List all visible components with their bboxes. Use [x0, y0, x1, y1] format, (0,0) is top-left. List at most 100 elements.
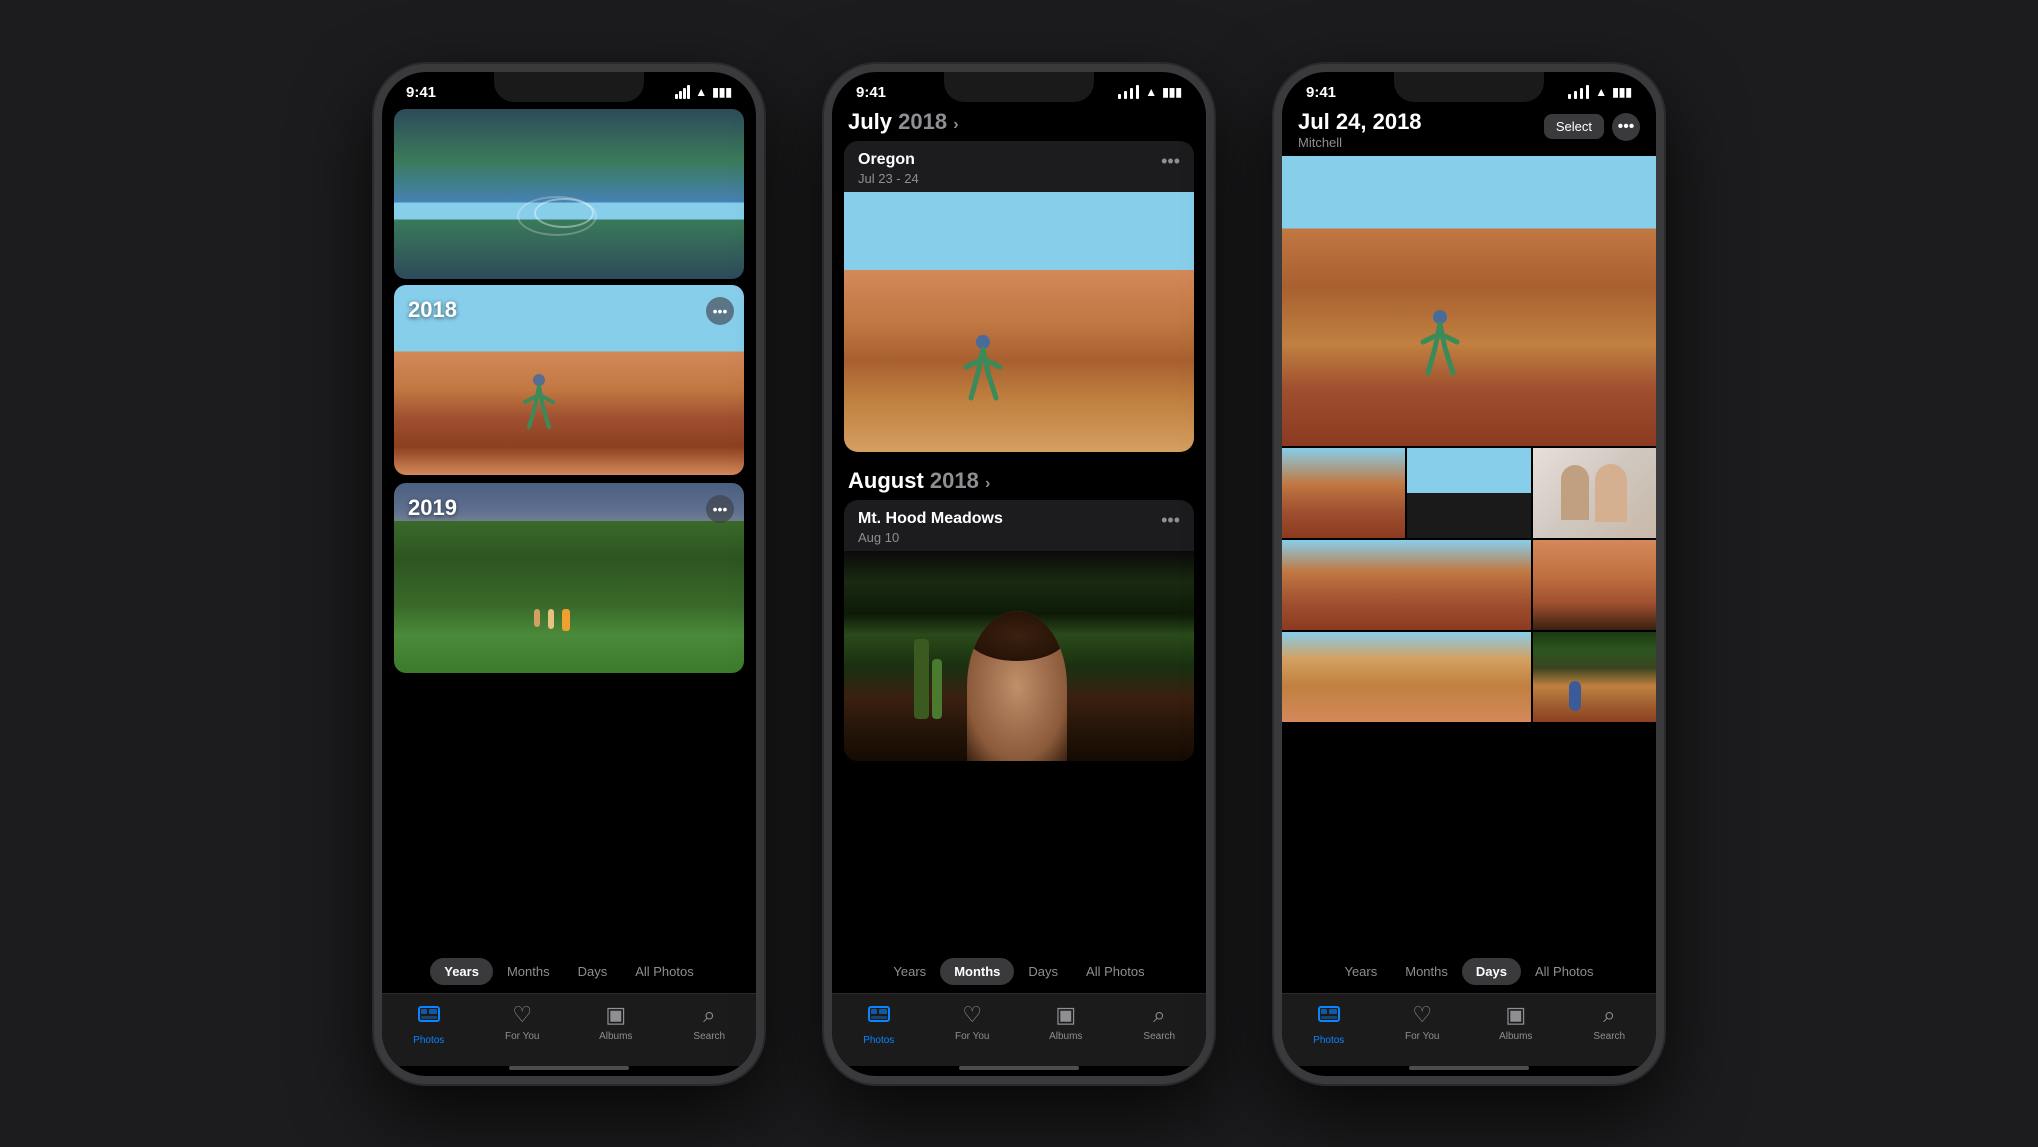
grid-photo-hillslope[interactable] — [1282, 540, 1531, 630]
segment-control-3: Years Months Days All Photos — [1282, 950, 1656, 993]
july-section-header: July 2018 › — [832, 105, 1206, 141]
year-label-2019: 2019 — [408, 495, 457, 521]
segment-days-2[interactable]: Days — [1014, 958, 1072, 985]
tab-search-label-2: Search — [1143, 1031, 1175, 1042]
segment-allphotos-3[interactable]: All Photos — [1521, 958, 1608, 985]
grid-photo-redrock[interactable] — [1533, 540, 1656, 630]
foryou-icon-1: ♡ — [512, 1002, 532, 1028]
tab-albums-label-1: Albums — [599, 1031, 632, 1042]
photos-icon-3 — [1317, 1002, 1341, 1032]
grid-photo-boy[interactable] — [1282, 448, 1405, 538]
battery-icon-2: ▮▮▮ — [1162, 85, 1182, 99]
status-time-3: 9:41 — [1306, 84, 1336, 101]
tab-search-2[interactable]: ⌕ Search — [1129, 1002, 1189, 1046]
notch-3 — [1394, 72, 1544, 102]
tab-albums-label-3: Albums — [1499, 1031, 1532, 1042]
oregon-more[interactable]: ••• — [1161, 151, 1180, 172]
status-icons-1: ▲ ▮▮▮ — [675, 85, 732, 99]
segment-control-2: Years Months Days All Photos — [832, 950, 1206, 993]
photo-grid — [1282, 448, 1656, 722]
segment-years-2[interactable]: Years — [879, 958, 940, 985]
photos-icon-1 — [417, 1002, 441, 1032]
segment-days-3[interactable]: Days — [1462, 958, 1521, 985]
tab-photos-2[interactable]: Photos — [849, 1002, 909, 1046]
year-label-2018: 2018 — [408, 297, 457, 323]
select-button[interactable]: Select — [1544, 114, 1604, 139]
tab-search-1[interactable]: ⌕ Search — [679, 1002, 739, 1046]
segment-months-1[interactable]: Months — [493, 958, 564, 985]
day-actions: Select ••• — [1544, 113, 1640, 141]
phone-days: 9:41 ▲ ▮▮▮ Jul 24, 2018 Mitchell Select … — [1274, 64, 1664, 1084]
mthhood-date: Aug 10 — [858, 530, 1003, 545]
home-indicator-2 — [959, 1066, 1079, 1070]
year-card-2019[interactable]: 2019 ••• — [394, 483, 744, 673]
tab-foryou-1[interactable]: ♡ For You — [492, 1002, 552, 1046]
search-icon-3: ⌕ — [1603, 1002, 1615, 1028]
wifi-icon-3: ▲ — [1595, 85, 1607, 99]
wifi-icon-2: ▲ — [1145, 85, 1157, 99]
tab-albums-2[interactable]: ▣ Albums — [1036, 1002, 1096, 1046]
grid-photo-couple[interactable] — [1533, 448, 1656, 538]
oregon-title: Oregon — [858, 151, 919, 169]
more-button[interactable]: ••• — [1612, 113, 1640, 141]
segment-allphotos-1[interactable]: All Photos — [621, 958, 708, 985]
oregon-photo — [844, 192, 1194, 452]
phone-months: 9:41 ▲ ▮▮▮ July 2018 › — [824, 64, 1214, 1084]
phone-years: 9:41 ▲ ▮▮▮ — [374, 64, 764, 1084]
albums-icon-1: ▣ — [605, 1002, 626, 1028]
tab-photos-label-1: Photos — [413, 1035, 444, 1046]
year-more-2018[interactable]: ••• — [706, 297, 734, 325]
photos-icon-2 — [867, 1002, 891, 1032]
search-icon-2: ⌕ — [1153, 1002, 1165, 1028]
grid-photo-portrait[interactable] — [1533, 632, 1656, 722]
tab-albums-1[interactable]: ▣ Albums — [586, 1002, 646, 1046]
home-indicator-1 — [509, 1066, 629, 1070]
segment-days-1[interactable]: Days — [564, 958, 622, 985]
albums-icon-3: ▣ — [1505, 1002, 1526, 1028]
oregon-card-header: Oregon Jul 23 - 24 ••• — [844, 141, 1194, 192]
tab-albums-3[interactable]: ▣ Albums — [1486, 1002, 1546, 1046]
tab-photos-label-2: Photos — [863, 1035, 894, 1046]
day-person — [1413, 308, 1468, 388]
search-icon-1: ⌕ — [703, 1002, 715, 1028]
years-content: 2018 ••• 2019 ••• — [382, 105, 756, 950]
mthhood-card[interactable]: Mt. Hood Meadows Aug 10 ••• — [844, 500, 1194, 761]
year-more-2019[interactable]: ••• — [706, 495, 734, 523]
oregon-date: Jul 23 - 24 — [858, 171, 919, 186]
status-icons-2: ▲ ▮▮▮ — [1117, 85, 1182, 99]
segment-months-2[interactable]: Months — [940, 958, 1014, 985]
grid-photo-flower[interactable] — [1407, 448, 1530, 538]
tab-foryou-label-3: For You — [1405, 1031, 1439, 1042]
mthhood-photo — [844, 551, 1194, 761]
battery-icon-3: ▮▮▮ — [1612, 85, 1632, 99]
wifi-icon-1: ▲ — [695, 85, 707, 99]
tab-search-label-1: Search — [693, 1031, 725, 1042]
segment-control-1: Years Months Days All Photos — [382, 950, 756, 993]
segment-allphotos-2[interactable]: All Photos — [1072, 958, 1159, 985]
notch — [494, 72, 644, 102]
status-time-2: 9:41 — [856, 84, 886, 101]
grid-photo-desert3[interactable] — [1282, 632, 1531, 722]
year-card-2018[interactable]: 2018 ••• — [394, 285, 744, 475]
tab-albums-label-2: Albums — [1049, 1031, 1082, 1042]
segment-years-3[interactable]: Years — [1330, 958, 1391, 985]
tab-photos-1[interactable]: Photos — [399, 1002, 459, 1046]
lake-photo[interactable] — [394, 109, 744, 279]
status-icons-3: ▲ ▮▮▮ — [1567, 85, 1632, 99]
tab-foryou-label-1: For You — [505, 1031, 539, 1042]
main-day-photo[interactable] — [1282, 156, 1656, 446]
tab-foryou-2[interactable]: ♡ For You — [942, 1002, 1002, 1046]
days-content — [1282, 156, 1656, 950]
tab-search-3[interactable]: ⌕ Search — [1579, 1002, 1639, 1046]
august-title: August 2018 › — [848, 468, 990, 493]
signal-icon-3 — [1567, 85, 1590, 99]
tab-photos-label-3: Photos — [1313, 1035, 1344, 1046]
tab-bar-1: Photos ♡ For You ▣ Albums ⌕ Search — [382, 993, 756, 1066]
segment-years-1[interactable]: Years — [430, 958, 493, 985]
mthhood-more[interactable]: ••• — [1161, 510, 1180, 531]
tab-foryou-3[interactable]: ♡ For You — [1392, 1002, 1452, 1046]
tab-photos-3[interactable]: Photos — [1299, 1002, 1359, 1046]
notch-2 — [944, 72, 1094, 102]
oregon-card[interactable]: Oregon Jul 23 - 24 ••• — [844, 141, 1194, 452]
segment-months-3[interactable]: Months — [1391, 958, 1462, 985]
